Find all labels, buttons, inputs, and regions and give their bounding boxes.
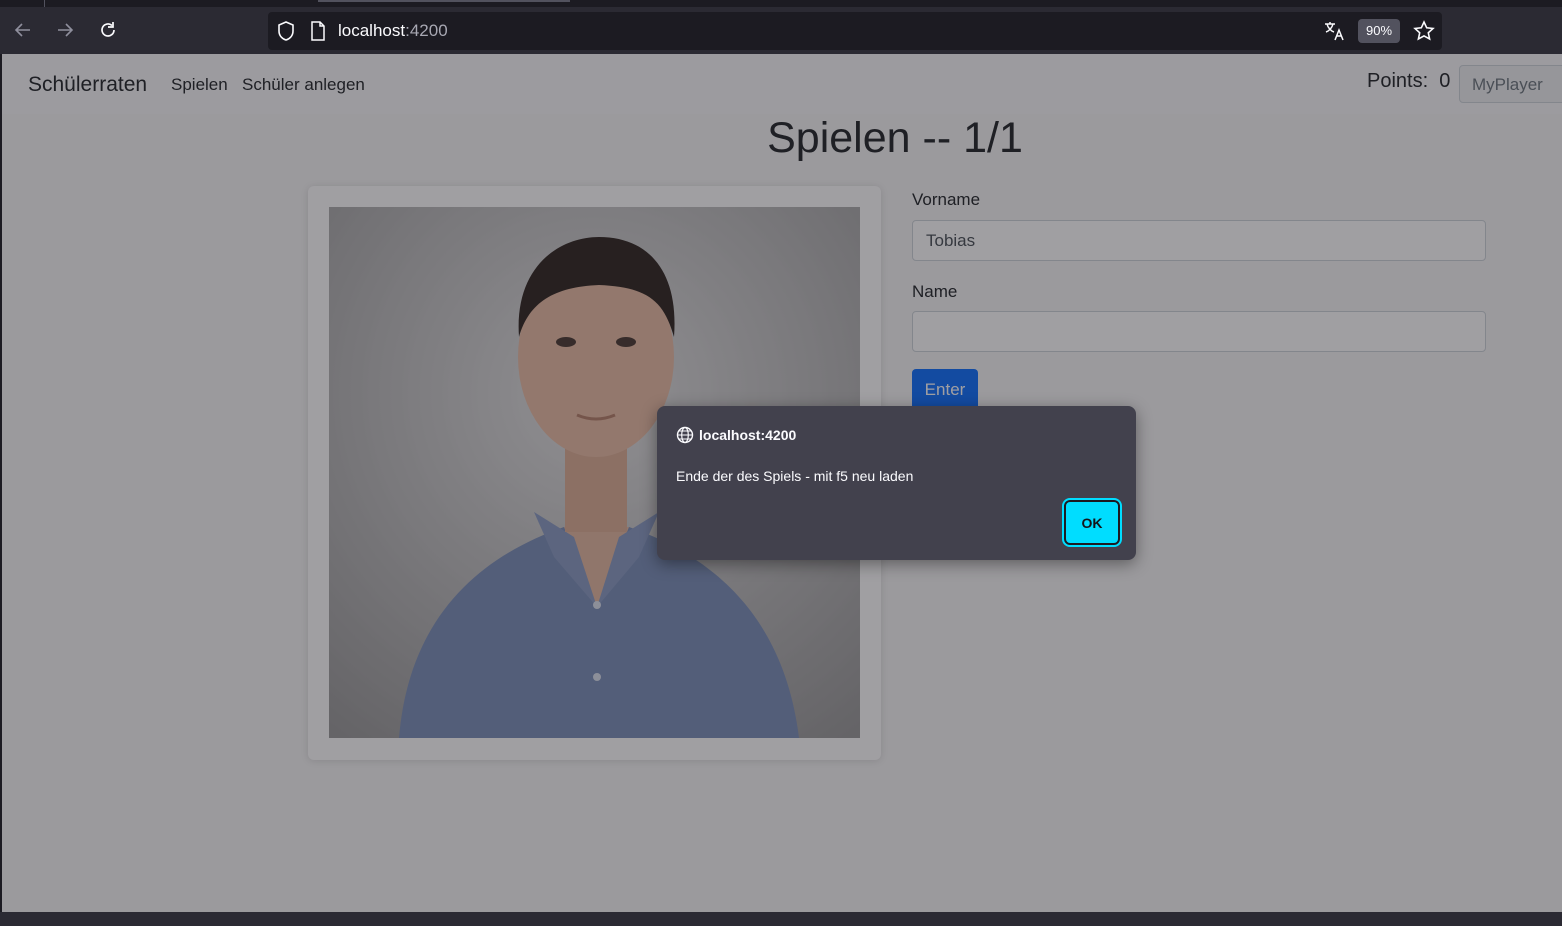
dialog-message: Ende der des Spiels - mit f5 neu laden: [676, 468, 914, 484]
arrow-right-icon: [58, 23, 74, 37]
forward-button[interactable]: [50, 15, 80, 45]
url-port: :4200: [405, 21, 448, 40]
ok-button[interactable]: OK: [1062, 498, 1122, 547]
arrow-left-icon: [14, 23, 30, 37]
reload-button[interactable]: [93, 15, 123, 45]
browser-bottom-bar: [0, 912, 1562, 926]
tab-edge: [44, 0, 45, 7]
zoom-level[interactable]: 90%: [1358, 19, 1400, 43]
url-text[interactable]: localhost:4200: [338, 21, 448, 41]
url-host: localhost: [338, 21, 406, 40]
back-button[interactable]: [8, 15, 38, 45]
address-bar[interactable]: localhost:4200 90%: [268, 12, 1442, 50]
page-icon[interactable]: [310, 21, 326, 41]
shield-icon[interactable]: [276, 20, 296, 42]
translate-icon[interactable]: [1322, 19, 1346, 43]
reload-icon: [101, 22, 115, 37]
alert-dialog: localhost:4200 Ende der des Spiels - mit…: [657, 406, 1136, 560]
dialog-origin: localhost:4200: [699, 427, 797, 443]
browser-toolbar: localhost:4200 90%: [0, 0, 1562, 54]
globe-icon: [676, 426, 694, 444]
tab-strip: [0, 0, 1562, 7]
active-tab-indicator: [318, 0, 570, 2]
star-icon[interactable]: [1412, 19, 1436, 43]
